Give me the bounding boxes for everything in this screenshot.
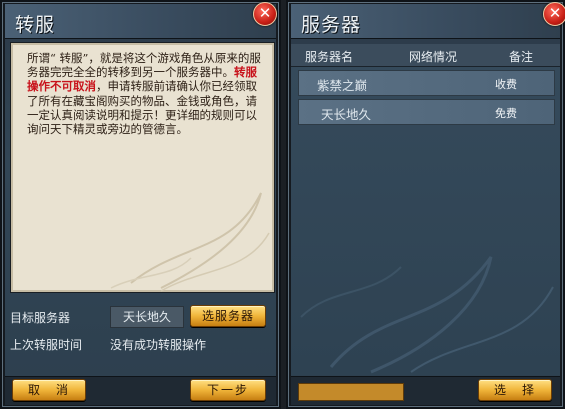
target-server-value: 天长地久 xyxy=(110,306,184,328)
server-panel: 服务器 ✕ 服务器名 网络情况 备注 紫禁之巅 收费 天长地久 免费 选 择 xyxy=(286,0,565,409)
transfer-titlebar: 转服 xyxy=(5,4,276,39)
select-server-button[interactable]: 选服务器 xyxy=(190,305,266,327)
server-titlebar: 服务器 xyxy=(291,4,560,39)
select-button[interactable]: 选 择 xyxy=(478,379,552,401)
server-search-field[interactable] xyxy=(298,383,404,401)
server-note: 收费 xyxy=(495,78,517,91)
column-note: 备注 xyxy=(509,50,534,64)
target-server-label: 目标服务器 xyxy=(10,311,71,325)
transfer-title: 转服 xyxy=(15,14,56,36)
transfer-description-box: 所谓“ 转服”，就是将这个游戏角色从原来的服务器完完全全的转移到另一个服务器中。… xyxy=(10,42,275,293)
close-icon[interactable]: ✕ xyxy=(253,2,277,26)
close-icon[interactable]: ✕ xyxy=(543,2,565,26)
server-title: 服务器 xyxy=(301,14,362,36)
next-step-button[interactable]: 下一步 xyxy=(190,379,266,401)
server-note: 免费 xyxy=(495,107,517,120)
server-list-header: 服务器名 网络情况 备注 xyxy=(291,44,560,67)
transfer-panel: 转服 ✕ 所谓“ 转服”，就是将这个游戏角色从原来的服务器完完全全的转移到另一个… xyxy=(0,0,281,409)
server-row[interactable]: 天长地久 免费 xyxy=(298,99,555,125)
column-network: 网络情况 xyxy=(409,50,458,64)
transfer-description: 所谓“ 转服”，就是将这个游戏角色从原来的服务器完完全全的转移到另一个服务器中。… xyxy=(27,51,263,136)
column-server-name: 服务器名 xyxy=(305,50,354,64)
server-name: 天长地久 xyxy=(321,107,372,122)
last-transfer-label: 上次转服时间 xyxy=(10,338,83,352)
last-transfer-value: 没有成功转服操作 xyxy=(110,338,207,352)
description-text: 所谓“ 转服”，就是将这个游戏角色从原来的服务器完完全全的转移到另一个服务器中。 xyxy=(27,51,261,80)
server-name: 紫禁之巅 xyxy=(317,78,368,93)
server-row[interactable]: 紫禁之巅 收费 xyxy=(298,70,555,96)
cancel-button[interactable]: 取 消 xyxy=(12,379,86,401)
